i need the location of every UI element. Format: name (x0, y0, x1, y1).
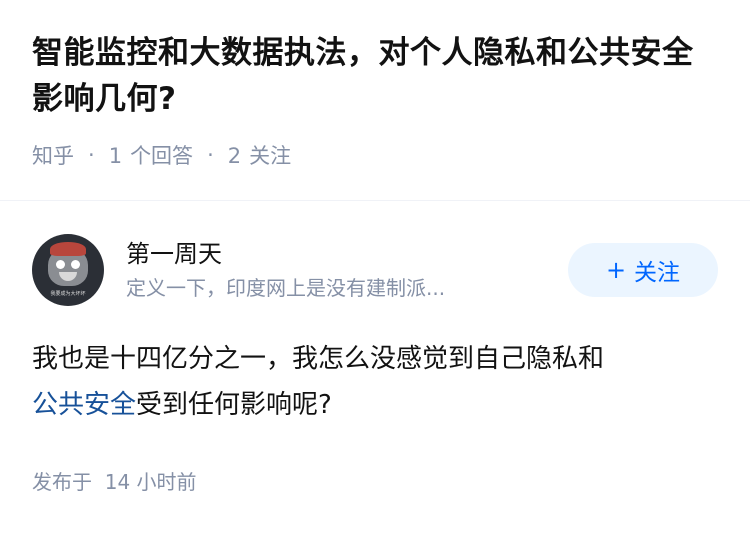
author-name[interactable]: 第一周天 (126, 237, 554, 271)
follow-count-label: 关注 (249, 144, 292, 168)
avatar-caption: 我要成为大坏坏 (50, 291, 86, 297)
avatar-eye (56, 260, 65, 269)
answer-card: 我要成为大坏坏 第一周天 定义一下，印度网上是没有建制派... + 关注 我也是… (32, 234, 718, 495)
plus-icon: + (605, 256, 627, 284)
author-bio: 定义一下，印度网上是没有建制派... (126, 276, 446, 300)
answer-content[interactable]: 我也是十四亿分之一，我怎么没感觉到自己隐私和 公共安全受到任何影响呢? (32, 336, 718, 428)
answer-text: 受到任何影响呢? (136, 390, 332, 420)
follow-button[interactable]: + 关注 (568, 243, 718, 297)
avatar[interactable]: 我要成为大坏坏 (32, 234, 104, 306)
follow-button-label: 关注 (634, 260, 681, 286)
section-divider (0, 200, 750, 201)
question-meta: 知乎 · 1 个回答 · 2 关注 (32, 140, 718, 170)
publish-time-value: 14 小时前 (104, 470, 197, 494)
follow-count-link[interactable]: 2 关注 (228, 140, 291, 170)
avatar-cap (50, 242, 86, 256)
question-title[interactable]: 智能监控和大数据执法，对个人隐私和公共安全影响几何? (32, 30, 718, 122)
source-label[interactable]: 知乎 (32, 140, 74, 170)
answer-text: 我也是十四亿分之一，我怎么没感觉到自己隐私和 (32, 344, 605, 374)
meta-separator: · (207, 143, 214, 167)
author-row: 我要成为大坏坏 第一周天 定义一下，印度网上是没有建制派... + 关注 (32, 234, 718, 306)
publish-time: 发布于 14 小时前 (32, 466, 718, 495)
publish-time-prefix: 发布于 (32, 470, 92, 494)
question-header: 智能监控和大数据执法，对个人隐私和公共安全影响几何? 知乎 · 1 个回答 · 2… (0, 0, 750, 200)
meta-separator: · (88, 143, 95, 167)
follow-count: 2 (227, 144, 242, 168)
topic-link[interactable]: 公共安全 (32, 390, 136, 420)
answer-count-label: 个回答 (130, 144, 194, 168)
author-info: 第一周天 定义一下，印度网上是没有建制派... (126, 237, 554, 303)
answer-count-link[interactable]: 1 个回答 (109, 140, 193, 170)
answer-count: 1 (108, 144, 123, 168)
avatar-eye (71, 260, 80, 269)
